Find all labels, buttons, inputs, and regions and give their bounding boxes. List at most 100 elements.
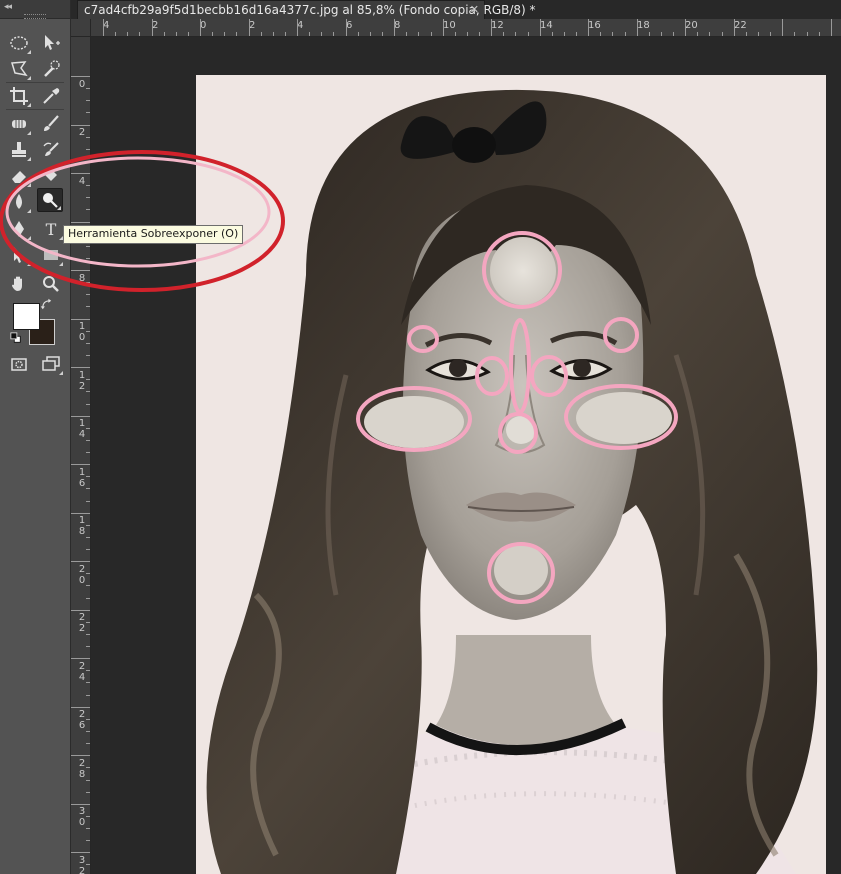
ruler-tick — [86, 209, 90, 210]
ruler-tick — [346, 19, 347, 36]
ruler-tick — [86, 88, 90, 89]
ruler-tick — [782, 19, 783, 36]
eyedropper-tool-icon[interactable] — [38, 84, 64, 108]
elliptical-marquee-tool-icon[interactable] — [6, 31, 32, 55]
ruler-tick — [86, 440, 90, 441]
ruler-tick — [515, 32, 516, 36]
ruler-label: 2 — [78, 127, 86, 138]
blur-tool-icon[interactable] — [6, 190, 32, 214]
ruler-tick — [455, 32, 456, 36]
horizontal-ruler[interactable]: 4 2 0 2 4 6 8 10 12 14 16 18 20 22 — [91, 19, 841, 37]
ruler-tick — [86, 428, 90, 429]
ruler-tick — [86, 149, 90, 150]
move-tool-icon[interactable] — [38, 31, 64, 55]
path-selection-tool-icon[interactable] — [6, 243, 32, 267]
ruler-tick — [576, 32, 577, 36]
polygonal-lasso-tool-icon[interactable] — [6, 57, 32, 81]
swap-colors-icon[interactable] — [38, 297, 56, 313]
ruler-label: 20 — [78, 564, 86, 586]
ruler-tick — [71, 707, 90, 708]
ruler-label: 20 — [685, 20, 698, 31]
ruler-tick — [637, 19, 638, 36]
ruler-tick — [86, 306, 90, 307]
ruler-tick — [649, 32, 650, 36]
ruler-tick — [431, 32, 432, 36]
pen-tool-icon[interactable] — [6, 217, 32, 241]
ruler-tick — [540, 19, 541, 36]
collapse-panel-button[interactable]: ◂◂ — [4, 2, 12, 12]
rectangle-tool-icon[interactable] — [38, 243, 64, 267]
ruler-tick — [406, 32, 407, 36]
ruler-label: 8 — [78, 273, 86, 284]
quick-mask-icon[interactable] — [6, 352, 32, 376]
screen-mode-icon[interactable] — [38, 352, 64, 376]
ruler-tick — [86, 404, 90, 405]
ruler-tick — [722, 32, 723, 36]
brush-tool-icon[interactable] — [38, 112, 64, 136]
clone-stamp-tool-icon[interactable] — [6, 138, 32, 162]
ruler-tick — [491, 19, 492, 36]
tool-tooltip: Herramienta Sobreexponer (O) — [63, 225, 244, 244]
ruler-tick — [831, 19, 832, 36]
ruler-tick — [321, 32, 322, 36]
ruler-tick — [370, 32, 371, 36]
ruler-tick — [86, 331, 90, 332]
ruler-label: 24 — [78, 661, 86, 683]
paint-bucket-tool-icon[interactable] — [38, 164, 64, 188]
ruler-tick — [86, 840, 90, 841]
ruler-label: 32 — [78, 855, 86, 874]
ruler-tick — [236, 32, 237, 36]
foreground-color-swatch[interactable] — [13, 303, 40, 330]
ruler-tick — [685, 19, 686, 36]
close-tab-icon[interactable]: ✕ — [470, 1, 479, 19]
ruler-tick — [176, 32, 177, 36]
document-tab[interactable]: c7ad4cfb29a9f5d1becbb16d16a4377c.jpg al … — [77, 0, 536, 19]
quick-selection-tool-icon[interactable] — [38, 57, 64, 81]
ruler-tick — [249, 19, 250, 36]
ruler-tick — [86, 452, 90, 453]
ruler-tick — [71, 610, 90, 611]
ruler-tick — [103, 19, 104, 36]
ruler-tick — [86, 537, 90, 538]
ruler-label: 4 — [78, 176, 86, 187]
ruler-tick — [86, 391, 90, 392]
ruler-tick — [86, 573, 90, 574]
ruler-label: 22 — [734, 20, 747, 31]
history-brush-icon[interactable] — [38, 138, 64, 162]
ruler-tick — [86, 585, 90, 586]
document-canvas[interactable] — [91, 37, 841, 874]
ruler-tick — [358, 32, 359, 36]
crop-tool-icon[interactable] — [6, 84, 32, 108]
photo-portrait[interactable] — [196, 75, 826, 874]
ruler-tick — [600, 32, 601, 36]
ruler-tick — [86, 197, 90, 198]
ruler-label: 14 — [540, 20, 553, 31]
type-tool-icon[interactable]: T — [38, 217, 64, 241]
ruler-origin[interactable] — [71, 19, 91, 37]
vertical-ruler[interactable]: 0 2 4 6 8 10 12 14 16 18 20 22 24 26 28 … — [71, 37, 91, 874]
ruler-tick — [71, 125, 90, 126]
document-tab-title: c7ad4cfb29a9f5d1becbb16d16a4377c.jpg al … — [84, 3, 536, 17]
hand-tool-icon[interactable] — [6, 272, 32, 296]
ruler-tick — [152, 19, 153, 36]
ruler-tick — [86, 646, 90, 647]
ruler-tick — [86, 598, 90, 599]
dodge-tool-icon[interactable] — [37, 188, 63, 212]
ruler-tick — [71, 658, 90, 659]
ruler-tick — [86, 355, 90, 356]
ruler-tick — [200, 19, 201, 36]
ruler-tick — [86, 137, 90, 138]
ruler-tick — [86, 282, 90, 283]
ruler-tick — [758, 32, 759, 36]
ruler-label: 16 — [78, 467, 86, 489]
zoom-tool-icon[interactable] — [38, 272, 64, 296]
default-colors-icon[interactable] — [9, 331, 23, 345]
eraser-tool-icon[interactable] — [6, 164, 32, 188]
ruler-tick — [86, 185, 90, 186]
ruler-tick — [285, 32, 286, 36]
panel-grip[interactable] — [24, 14, 46, 19]
ruler-tick — [71, 804, 90, 805]
spot-healing-brush-icon[interactable] — [6, 112, 32, 136]
ruler-tick — [86, 100, 90, 101]
ruler-tick — [86, 343, 90, 344]
